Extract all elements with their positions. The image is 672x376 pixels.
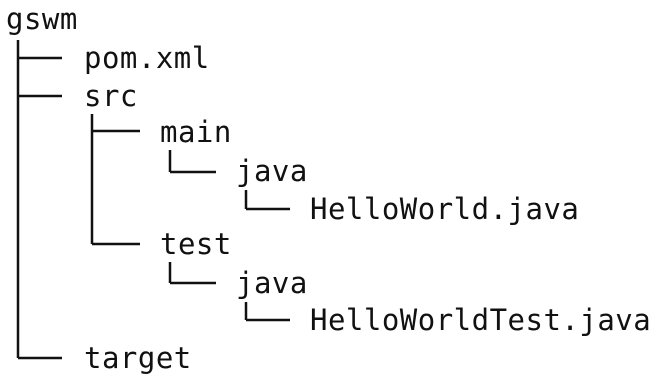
tree-node-helloworld-java: HelloWorld.java [310, 192, 580, 226]
tree-node-test-java: java [236, 266, 308, 300]
tree-node-test: test [160, 227, 232, 261]
tree-node-main: main [160, 115, 232, 149]
tree-node-target: target [84, 341, 192, 375]
tree-node-src: src [84, 79, 138, 113]
directory-tree: gswm pom.xml src main java HelloWorld.ja… [0, 0, 672, 376]
tree-node-pom-xml: pom.xml [84, 41, 210, 75]
tree-node-helloworldtest-java: HelloWorldTest.java [310, 303, 652, 337]
tree-node-main-java: java [236, 154, 308, 188]
tree-node-gswm: gswm [6, 2, 78, 36]
